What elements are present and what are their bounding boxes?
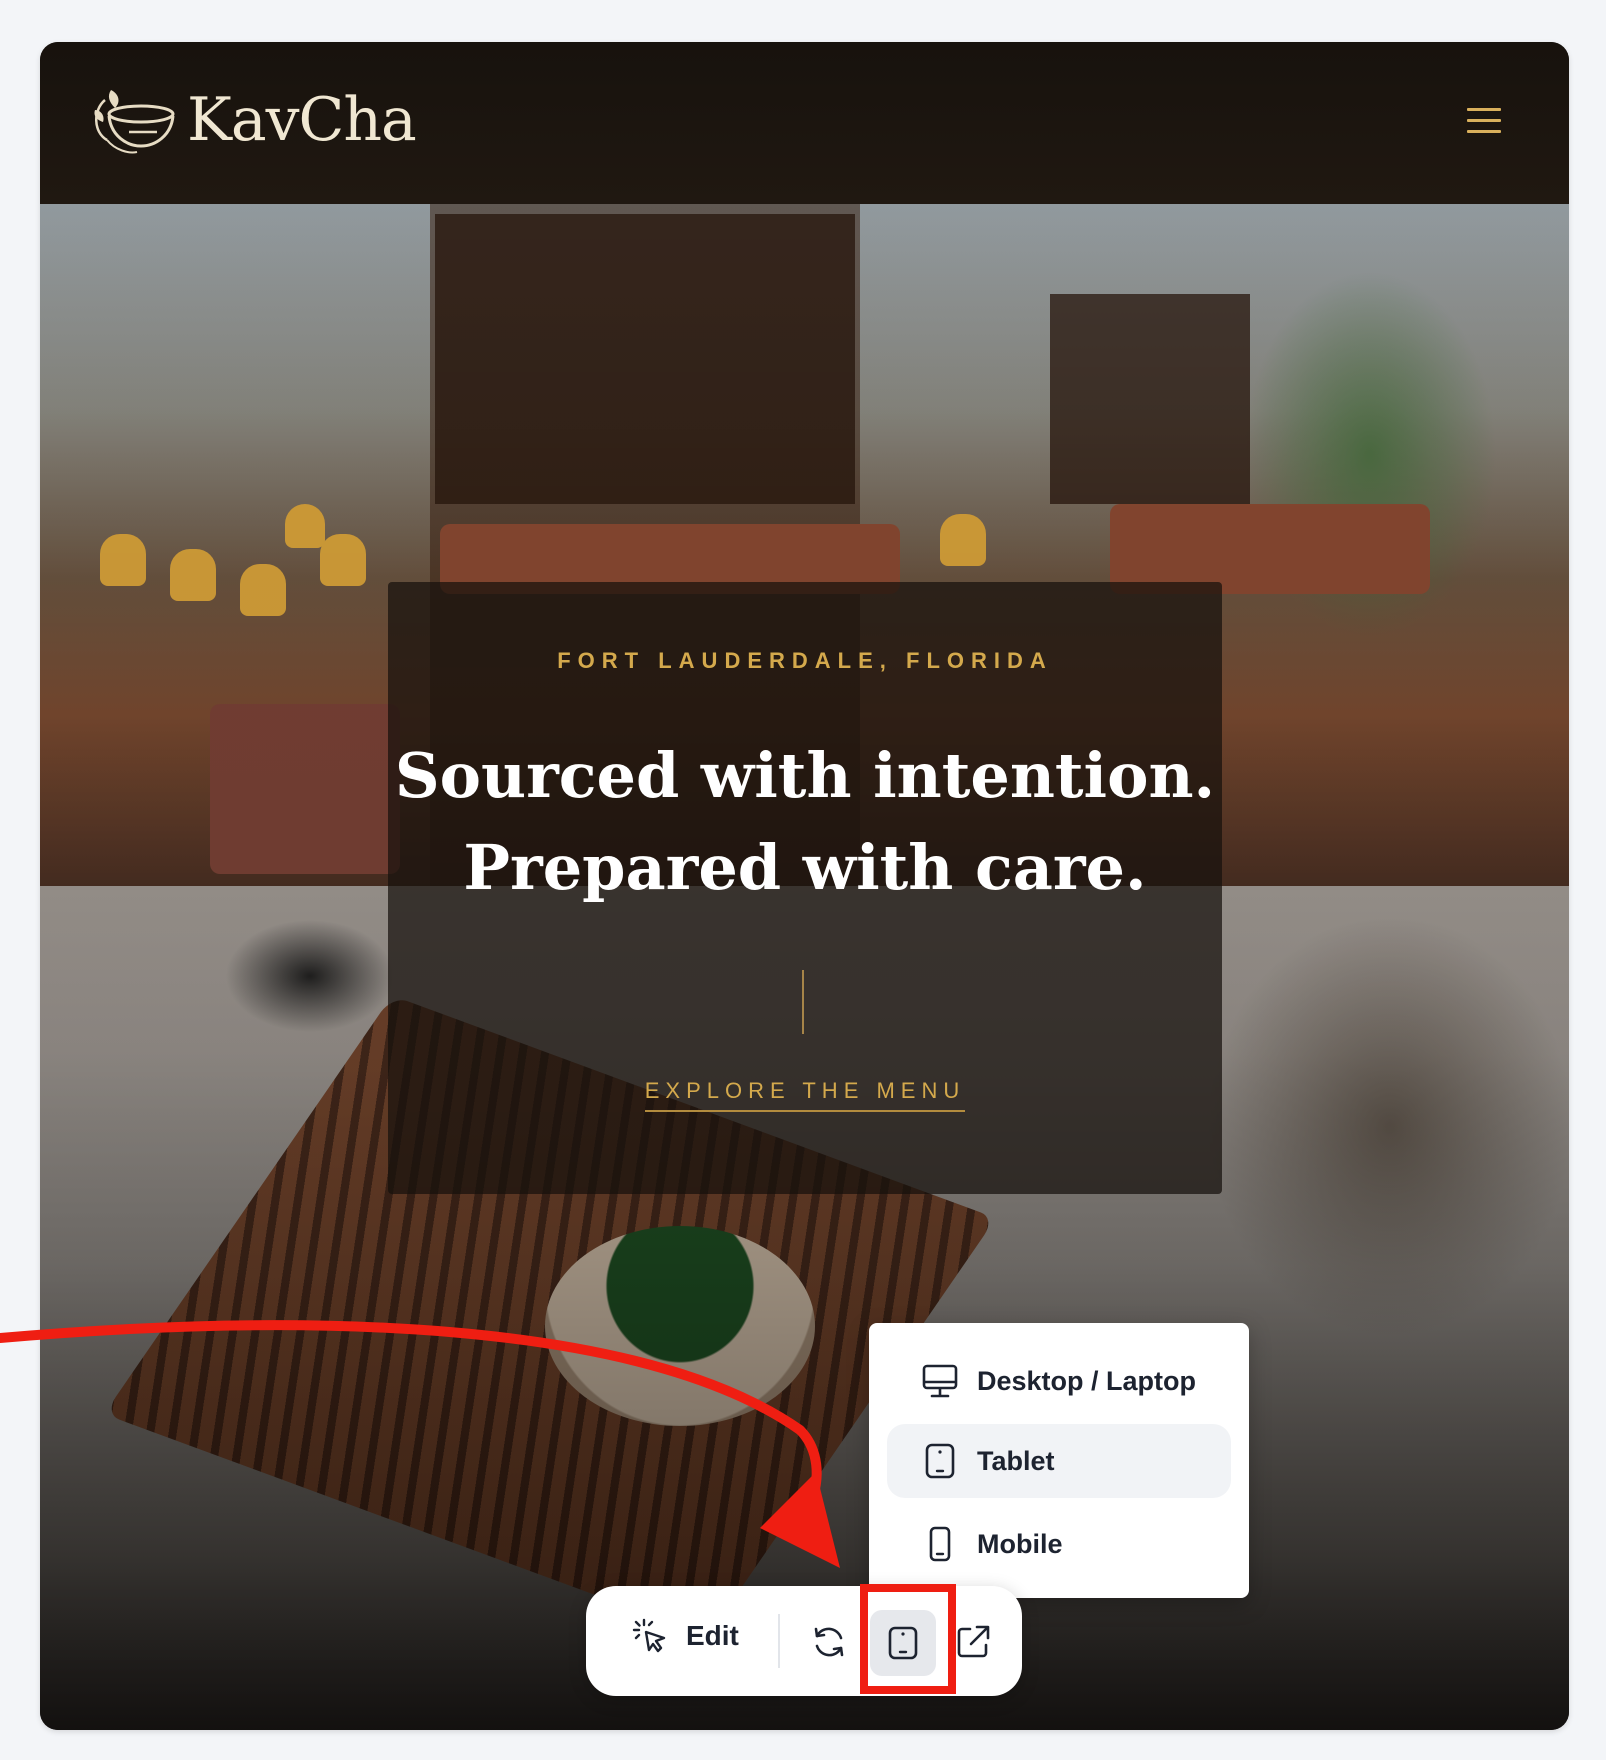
monitor-icon bbox=[922, 1364, 958, 1398]
hero-divider bbox=[802, 970, 804, 1034]
edit-label: Edit bbox=[686, 1620, 739, 1651]
tea-bowl-icon bbox=[94, 90, 175, 154]
hamburger-menu-icon[interactable] bbox=[1467, 108, 1501, 136]
edit-cursor-icon bbox=[632, 1618, 666, 1653]
explore-menu-link[interactable]: EXPLORE THE MENU bbox=[644, 1078, 966, 1112]
hero-card: FORT LAUDERDALE, FLORIDA Sourced with in… bbox=[388, 582, 1222, 1194]
device-option-tablet[interactable]: Tablet bbox=[887, 1424, 1231, 1498]
refresh-icon bbox=[814, 1627, 844, 1657]
hero-title-line-2: Prepared with care. bbox=[463, 831, 1147, 904]
device-option-mobile[interactable]: Mobile bbox=[887, 1507, 1231, 1581]
open-external-icon bbox=[957, 1625, 990, 1658]
device-toggle-button[interactable] bbox=[870, 1610, 936, 1676]
brand-logo[interactable]: KavCha bbox=[85, 80, 417, 160]
tablet-icon bbox=[888, 1626, 918, 1660]
device-option-label: Tablet bbox=[977, 1445, 1055, 1476]
open-in-new-tab-button[interactable] bbox=[943, 1612, 1003, 1672]
brand-name: KavCha bbox=[187, 85, 417, 155]
site-preview-frame: KavCha FORT LAUDERDALE, FLORIDA Sourced … bbox=[40, 42, 1569, 1730]
refresh-button[interactable] bbox=[799, 1612, 859, 1672]
device-option-label: Mobile bbox=[977, 1528, 1063, 1559]
hero-location: FORT LAUDERDALE, FLORIDA bbox=[557, 648, 1053, 673]
hero-title: Sourced with intention. Prepared with ca… bbox=[388, 730, 1222, 914]
toolbar-divider bbox=[778, 1614, 780, 1668]
device-preview-menu: Desktop / Laptop Tablet Mobile bbox=[869, 1323, 1249, 1598]
mobile-icon bbox=[929, 1526, 951, 1562]
tablet-icon bbox=[925, 1443, 955, 1479]
device-option-desktop[interactable]: Desktop / Laptop bbox=[887, 1344, 1231, 1418]
preview-toolbar: Edit bbox=[586, 1586, 1022, 1696]
hero-title-line-1: Sourced with intention. bbox=[394, 739, 1216, 812]
site-header: KavCha bbox=[40, 42, 1569, 204]
edit-button[interactable]: Edit bbox=[630, 1616, 739, 1656]
device-option-label: Desktop / Laptop bbox=[977, 1365, 1197, 1396]
